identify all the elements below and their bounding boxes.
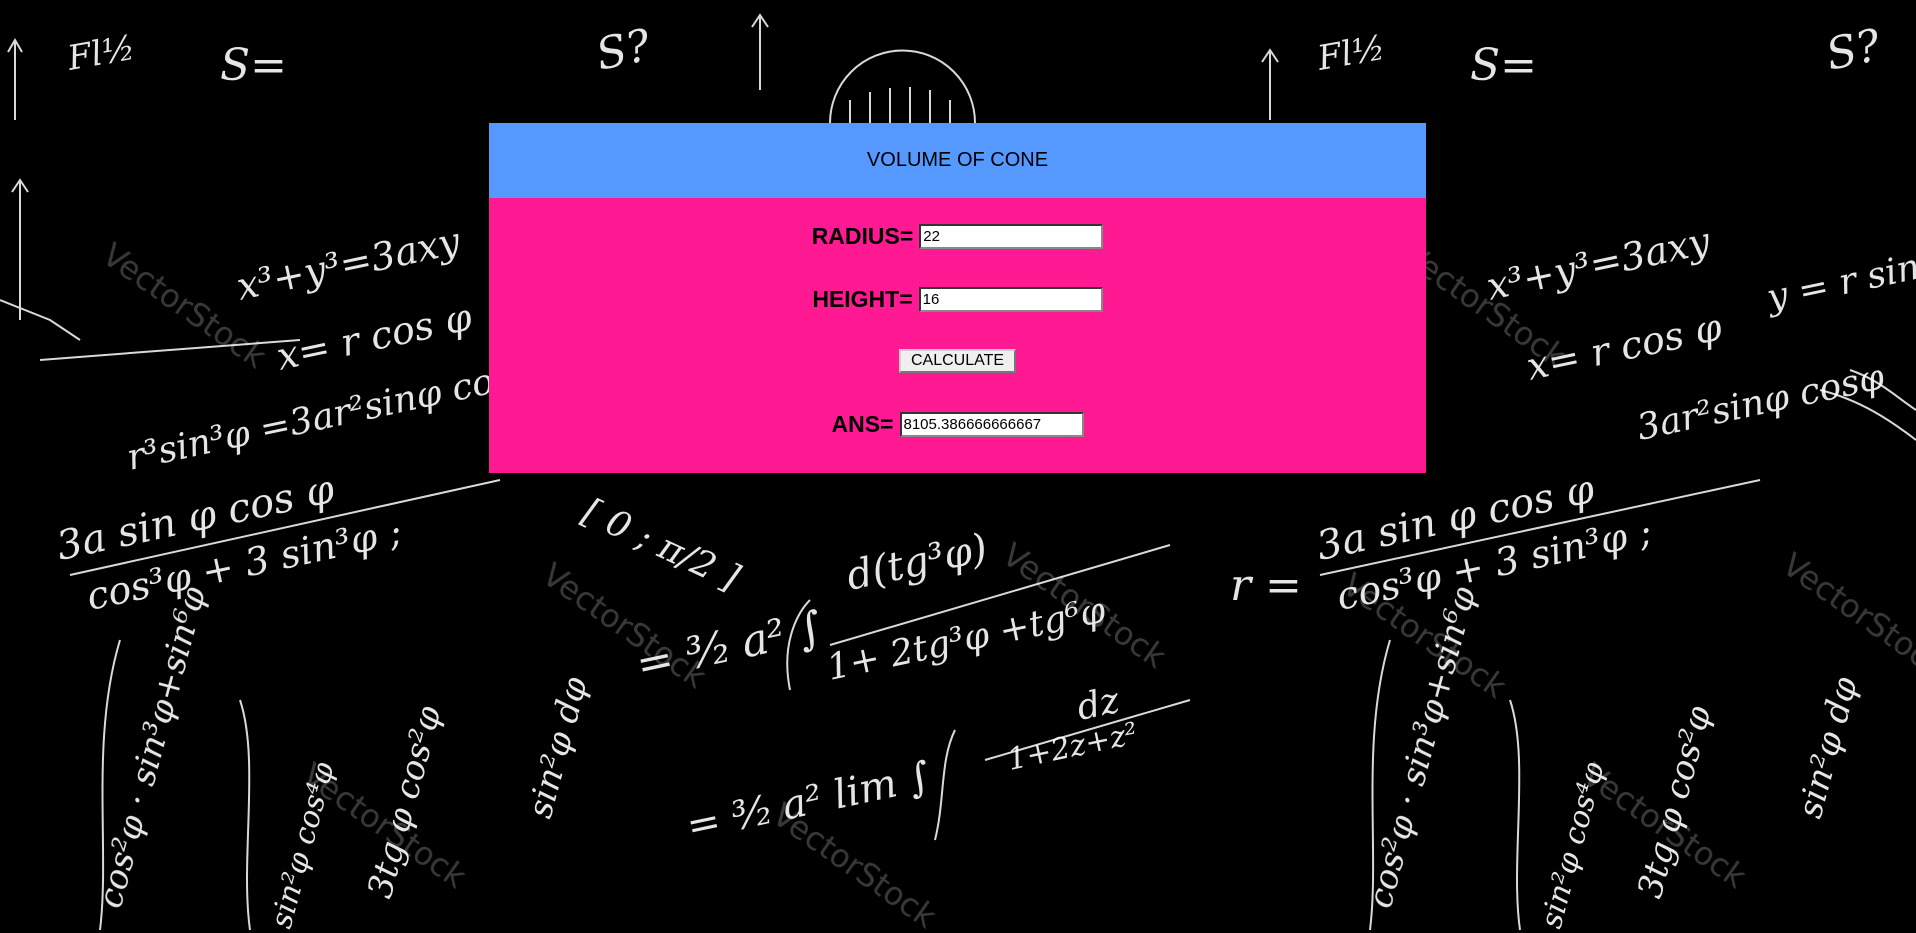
answer-output[interactable] [899, 412, 1084, 437]
height-label: HEIGHT= [812, 286, 913, 312]
answer-row: ANS= [489, 411, 1426, 438]
calculator-form: RADIUS= HEIGHT= CALCULATE ANS= [489, 198, 1426, 473]
calculate-row: CALCULATE [489, 349, 1426, 373]
radius-row: RADIUS= [489, 223, 1426, 250]
svg-text:S=: S= [220, 40, 287, 91]
calculate-button[interactable]: CALCULATE [898, 349, 1017, 373]
answer-label: ANS= [831, 411, 894, 437]
height-input[interactable] [918, 287, 1103, 312]
radius-label: RADIUS= [811, 223, 914, 249]
svg-text:r =: r = [1230, 560, 1302, 611]
radius-input[interactable] [919, 224, 1104, 249]
svg-text:S=: S= [1470, 40, 1537, 91]
height-row: HEIGHT= [489, 286, 1426, 313]
page-title: VOLUME OF CONE [866, 149, 1049, 171]
cone-calculator-panel: VOLUME OF CONE RADIUS= HEIGHT= CALCULATE… [489, 123, 1426, 473]
panel-header: VOLUME OF CONE [489, 123, 1426, 198]
